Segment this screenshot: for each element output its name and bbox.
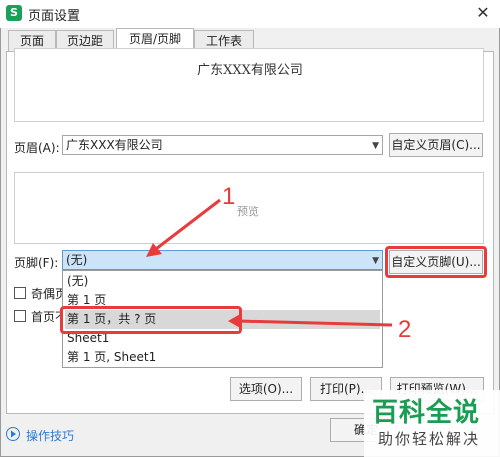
annotation-number-2: 2 (398, 316, 412, 343)
arrow-2 (228, 313, 393, 329)
arrow-1 (146, 198, 221, 257)
watermark-subtitle: 助你轻松解决 (378, 430, 481, 448)
annotation-number-1: 1 (222, 183, 236, 210)
annotation-arrows (146, 198, 393, 329)
watermark-title: 百科全说 (372, 398, 481, 428)
